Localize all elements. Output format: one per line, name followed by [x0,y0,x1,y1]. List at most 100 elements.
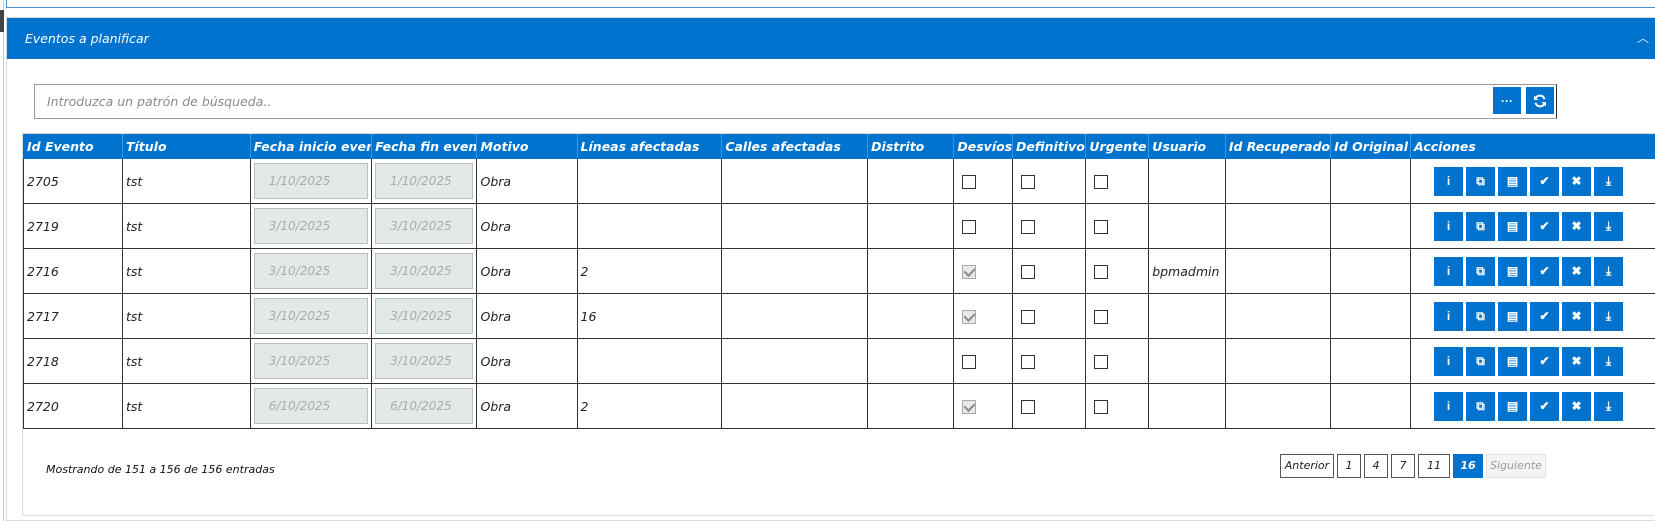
definitivo-checkbox[interactable] [1020,354,1035,369]
urgente-checkbox[interactable] [1094,399,1109,414]
definitivo-checkbox[interactable] [1020,174,1035,189]
info-icon: i [1446,173,1451,188]
book-action-button[interactable]: ▤ [1498,256,1528,286]
check-action-button[interactable]: ✔ [1530,301,1560,331]
info-action-button[interactable]: i [1434,256,1464,286]
book-action-button[interactable]: ▤ [1498,301,1528,331]
cell-id-recuperado [1224,203,1332,249]
fecha-fin-input [375,388,474,424]
close-action-button[interactable]: ✖ [1562,211,1592,241]
copy-action-button[interactable]: ⧉ [1466,211,1496,241]
download-icon: ⤓ [1605,308,1612,323]
download-action-button[interactable]: ⤓ [1594,256,1624,286]
info-action-button[interactable]: i [1434,346,1464,376]
close-action-button[interactable]: ✖ [1562,301,1592,331]
definitivo-checkbox[interactable] [1020,264,1035,279]
pagination-page[interactable]: 7 [1391,454,1415,478]
fecha-fin-cell [371,203,478,249]
download-action-button[interactable]: ⤓ [1594,301,1624,331]
download-action-button[interactable]: ⤓ [1594,391,1624,421]
cell-id-original [1330,248,1412,294]
top-frame [6,0,1655,8]
copy-action-button[interactable]: ⧉ [1466,166,1496,196]
column-header-acciones[interactable]: Acciones [1410,134,1655,159]
urgente-checkbox[interactable] [1094,264,1109,279]
check-action-button[interactable]: ✔ [1530,211,1560,241]
pagination-page[interactable]: 4 [1364,454,1388,478]
close-action-button[interactable]: ✖ [1562,391,1592,421]
pagination-page[interactable]: 1 [1337,454,1361,478]
check-action-button[interactable]: ✔ [1530,256,1560,286]
refresh-button[interactable] [1526,87,1554,114]
info-action-button[interactable]: i [1434,391,1464,421]
desvios-checkbox[interactable] [962,354,977,369]
book-action-button[interactable]: ▤ [1498,211,1528,241]
cell-id-recuperado [1224,293,1332,339]
urgente-checkbox[interactable] [1094,309,1109,324]
urgente-checkbox[interactable] [1094,354,1109,369]
copy-action-button[interactable]: ⧉ [1466,301,1496,331]
download-action-button[interactable]: ⤓ [1594,211,1624,241]
urgente-checkbox[interactable] [1094,174,1109,189]
check-action-button[interactable]: ✔ [1530,346,1560,376]
column-header-desvios[interactable]: Desvíos [953,134,1013,159]
panel-header[interactable]: Eventos a planificar ︿ [7,18,1655,59]
check-action-button[interactable]: ✔ [1530,166,1560,196]
definitivo-checkbox[interactable] [1020,309,1035,324]
pagination-next[interactable]: Siguiente [1486,454,1546,478]
column-header-id-recuperado[interactable]: Id Recuperado [1224,134,1332,159]
fecha-fin-cell [371,293,478,339]
desvios-checkbox[interactable] [962,174,977,189]
copy-action-button[interactable]: ⧉ [1466,346,1496,376]
column-header-fecha-fin[interactable]: Fecha fin evento [371,134,478,159]
cell-id-recuperado [1224,338,1332,384]
close-icon: ✖ [1571,173,1582,188]
column-header-id-original[interactable]: Id Original [1330,134,1412,159]
cell-calles-afectadas [721,383,869,429]
column-header-urgente[interactable]: Urgente [1085,134,1150,159]
cell-motivo: Obra [476,248,578,294]
column-header-lineas[interactable]: Líneas afectadas [576,134,723,159]
column-header-id-evento[interactable]: Id Evento [23,134,123,159]
fecha-inicio-input [253,298,369,334]
copy-action-button[interactable]: ⧉ [1466,391,1496,421]
column-header-motivo[interactable]: Motivo [476,134,578,159]
close-action-button[interactable]: ✖ [1562,346,1592,376]
info-action-button[interactable]: i [1434,301,1464,331]
close-action-button[interactable]: ✖ [1562,166,1592,196]
column-header-distrito[interactable]: Distrito [867,134,955,159]
cell-distrito [867,338,955,384]
info-action-button[interactable]: i [1434,166,1464,196]
column-header-usuario[interactable]: Usuario [1148,134,1226,159]
search-input[interactable] [34,84,1557,119]
close-action-button[interactable]: ✖ [1562,256,1592,286]
close-icon: ✖ [1571,218,1582,233]
book-action-button[interactable]: ▤ [1498,166,1528,196]
pagination-page[interactable]: 11 [1418,454,1450,478]
definitivo-checkbox[interactable] [1020,219,1035,234]
check-icon: ✔ [1539,173,1550,188]
pagination-page-current[interactable]: 16 [1453,454,1483,478]
book-action-button[interactable]: ▤ [1498,391,1528,421]
column-header-fecha-inicio[interactable]: Fecha inicio evento [249,134,373,159]
check-icon: ✔ [1539,398,1550,413]
desvios-checkbox[interactable] [962,219,977,234]
pagination-previous[interactable]: Anterior [1280,454,1334,478]
book-action-button[interactable]: ▤ [1498,346,1528,376]
copy-action-button[interactable]: ⧉ [1466,256,1496,286]
cell-calles-afectadas [721,248,869,294]
check-action-button[interactable]: ✔ [1530,391,1560,421]
column-header-titulo[interactable]: Título [122,134,251,159]
options-button[interactable]: ··· [1493,87,1521,114]
fecha-fin-cell [371,338,478,384]
column-header-calles[interactable]: Calles afectadas [721,134,869,159]
column-header-definitivo[interactable]: Definitivo [1011,134,1087,159]
info-action-button[interactable]: i [1434,211,1464,241]
definitivo-checkbox[interactable] [1020,399,1035,414]
cell-acciones: i ⧉ ▤ ✔ ✖ ⤓ [1410,203,1655,249]
urgente-checkbox[interactable] [1094,219,1109,234]
cell-calles-afectadas [721,338,869,384]
download-action-button[interactable]: ⤓ [1594,346,1624,376]
chevron-up-icon[interactable]: ︿ [1637,18,1649,59]
download-action-button[interactable]: ⤓ [1594,166,1624,196]
